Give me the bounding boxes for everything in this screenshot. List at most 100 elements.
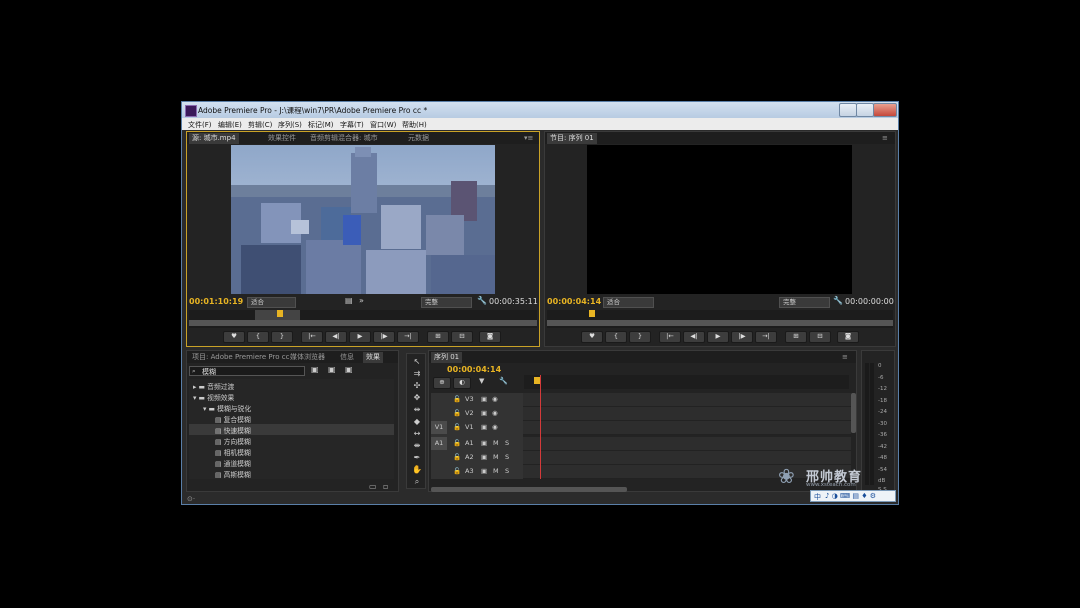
menu-title[interactable]: 字幕(T) [340, 120, 364, 130]
source-play-button[interactable]: ▶ [349, 331, 371, 343]
tab-effect-controls[interactable]: 效果控件 [265, 133, 299, 144]
program-timecode[interactable]: 00:00:04:14 [547, 297, 601, 306]
source-marker-button[interactable]: ♥ [223, 331, 245, 343]
program-play-button[interactable]: ▶ [707, 331, 729, 343]
snap-icon[interactable]: ⊕ [433, 377, 451, 389]
source-export-frame-button[interactable]: ◙ [479, 331, 501, 343]
source-goto-out-button[interactable]: →| [397, 331, 419, 343]
tab-audio-clip-mixer[interactable]: 音频剪辑混合器: 城市 [307, 133, 381, 144]
solo-icon[interactable]: S [505, 467, 509, 475]
source-goto-in-button[interactable]: |← [301, 331, 323, 343]
program-lift-button[interactable]: ⊞ [785, 331, 807, 343]
lock-icon[interactable]: 🔓 [453, 409, 461, 417]
pen-tool-icon[interactable]: ✒ [410, 452, 424, 463]
lock-icon[interactable]: 🔓 [453, 395, 461, 403]
tab-media-browser[interactable]: 媒体浏览器 [287, 352, 328, 363]
menu-marker[interactable]: 标记(M) [308, 120, 334, 130]
timeline-timecode[interactable]: 00:00:04:14 [447, 365, 501, 374]
source-playhead[interactable] [277, 310, 283, 317]
program-goto-in-button[interactable]: |← [659, 331, 681, 343]
source-video-frame[interactable] [231, 145, 495, 294]
tree-item-compound-blur[interactable]: ▤ 复合模糊 [215, 414, 251, 424]
sync-lock-icon[interactable]: ▣ [481, 395, 487, 403]
timeline-panel-menu-icon[interactable]: ≡ [839, 352, 851, 363]
tree-item-gaussian-blur[interactable]: ▤ 高斯模糊 [215, 469, 251, 479]
program-mark-in-button[interactable]: { [605, 331, 627, 343]
yuv-effects-icon[interactable]: ▣ [345, 365, 353, 374]
source-step-forward-button[interactable]: |▶ [373, 331, 395, 343]
tree-item-audio-transitions[interactable]: ▸ ▬ 音频过渡 [193, 381, 234, 391]
sync-lock-icon[interactable]: ▣ [481, 423, 487, 431]
program-time-ruler[interactable] [547, 310, 893, 328]
rolling-edit-tool-icon[interactable]: ✥ [410, 392, 424, 403]
program-extract-button[interactable]: ⊟ [809, 331, 831, 343]
selection-tool-icon[interactable]: ↖ [410, 356, 424, 367]
ime-icons[interactable]: ♪ ◑ ⌨ ▤ ♦ ⚙ [825, 492, 876, 500]
slide-tool-icon[interactable]: ⇼ [410, 440, 424, 451]
source-time-ruler[interactable] [189, 310, 537, 328]
program-quality-select[interactable]: 完整 [779, 297, 830, 308]
new-bin-icon[interactable]: ▭ [369, 482, 377, 491]
tree-item-directional-blur[interactable]: ▤ 方向模糊 [215, 436, 251, 446]
lock-icon[interactable]: 🔓 [453, 467, 461, 475]
timeline-ruler[interactable] [524, 375, 849, 389]
timeline-vertical-scrollbar[interactable] [851, 393, 856, 433]
source-mark-out-button[interactable]: } [271, 331, 293, 343]
menu-file[interactable]: 文件(F) [188, 120, 212, 130]
sync-lock-icon[interactable]: ▣ [481, 439, 487, 447]
program-wrench-icon[interactable]: 🔧 [833, 296, 843, 305]
source-mark-in-button[interactable]: { [247, 331, 269, 343]
lock-icon[interactable]: 🔓 [453, 423, 461, 431]
mute-icon[interactable]: M [493, 439, 499, 447]
program-step-back-button[interactable]: ◀| [683, 331, 705, 343]
program-panel-menu-icon[interactable]: ≡ [879, 133, 891, 144]
linked-selection-icon[interactable]: ◐ [453, 377, 471, 389]
tree-item-blur-sharpen[interactable]: ▾ ▬ 模糊与锐化 [203, 403, 251, 413]
insert-icon[interactable]: » [359, 296, 364, 305]
tree-item-channel-blur[interactable]: ▤ 通道模糊 [215, 458, 251, 468]
effects-search-input[interactable]: ⌕ 模糊 [189, 366, 305, 376]
eye-icon[interactable]: ◉ [492, 409, 498, 417]
wrench-icon[interactable]: 🔧 [477, 296, 487, 305]
program-playhead[interactable] [589, 310, 595, 317]
tree-item-fast-blur[interactable]: ▤ 快速模糊 [215, 425, 251, 435]
ripple-edit-tool-icon[interactable]: ✣ [410, 380, 424, 391]
razor-tool-icon[interactable]: ◆ [410, 416, 424, 427]
tab-info[interactable]: 信息 [337, 352, 357, 363]
panel-menu-icon[interactable]: ▾≡ [521, 133, 536, 144]
tab-source[interactable]: 源: 城市.mp4 [189, 133, 239, 144]
minimize-button[interactable] [839, 103, 857, 117]
menu-help[interactable]: 帮助(H) [402, 120, 427, 130]
solo-icon[interactable]: S [505, 453, 509, 461]
source-insert-button[interactable]: ⊞ [427, 331, 449, 343]
sync-lock-icon[interactable]: ▣ [481, 409, 487, 417]
sync-lock-icon[interactable]: ▣ [481, 453, 487, 461]
source-fit-select[interactable]: 适合 [247, 297, 296, 308]
track-select-tool-icon[interactable]: ⇉ [410, 368, 424, 379]
program-goto-out-button[interactable]: →| [755, 331, 777, 343]
tab-sequence[interactable]: 序列 01 [431, 352, 463, 363]
timeline-settings-icon[interactable]: 🔧 [499, 377, 508, 385]
close-button[interactable] [873, 103, 897, 117]
accelerated-effects-icon[interactable]: ▣ [311, 365, 319, 374]
program-fit-select[interactable]: 适合 [603, 297, 654, 308]
menu-window[interactable]: 窗口(W) [370, 120, 396, 130]
settings-icon[interactable]: ▤ [345, 296, 353, 305]
timeline-scrollbar[interactable] [431, 487, 627, 492]
lock-icon[interactable]: 🔓 [453, 439, 461, 447]
hand-tool-icon[interactable]: ✋ [410, 464, 424, 475]
rate-stretch-tool-icon[interactable]: ⇹ [410, 404, 424, 415]
program-mark-out-button[interactable]: } [629, 331, 651, 343]
solo-icon[interactable]: S [505, 439, 509, 447]
tree-item-camera-blur[interactable]: ▤ 相机模糊 [215, 447, 251, 457]
menu-sequence[interactable]: 序列(S) [278, 120, 302, 130]
source-patch-a1[interactable]: A1 [431, 437, 447, 450]
mute-icon[interactable]: M [493, 453, 499, 461]
source-timecode[interactable]: 00:01:10:19 [189, 297, 243, 306]
add-marker-icon[interactable]: ▼ [479, 377, 484, 385]
source-step-back-button[interactable]: ◀| [325, 331, 347, 343]
menu-edit[interactable]: 编辑(E) [218, 120, 242, 130]
32bit-effects-icon[interactable]: ▣ [328, 365, 336, 374]
ime-mode[interactable]: 中 [814, 492, 821, 502]
source-quality-select[interactable]: 完整 [421, 297, 472, 308]
